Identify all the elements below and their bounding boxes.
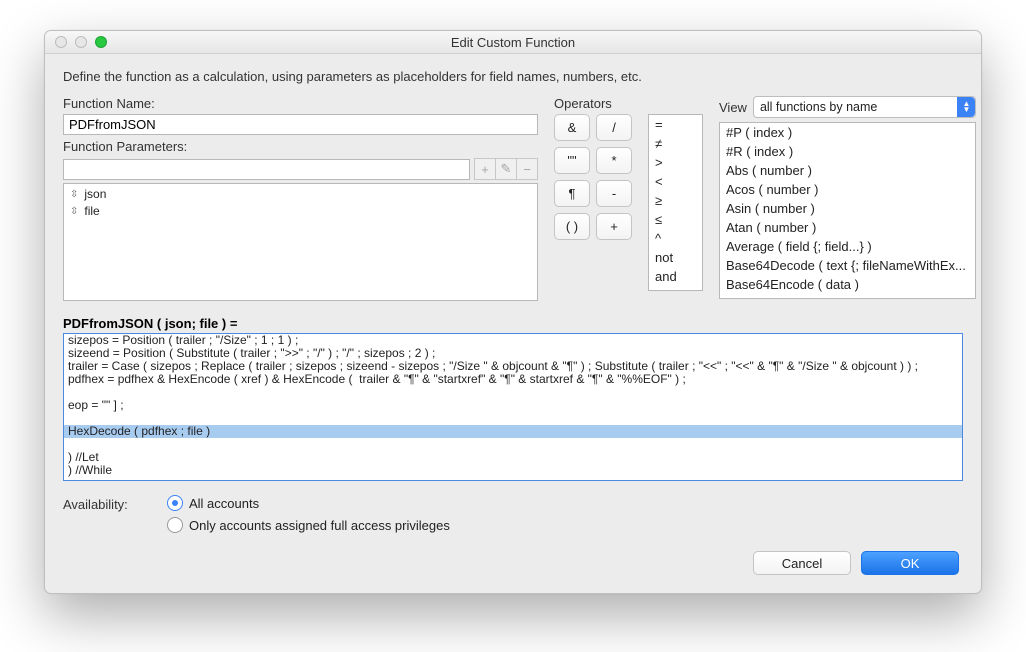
comparison-operators-column: x =≠><≥≤^notandor xyxy=(648,96,703,301)
formula-line[interactable]: HexDecode ( pdfhex ; file ) xyxy=(64,425,962,438)
operators-label: Operators xyxy=(554,96,632,111)
cancel-button[interactable]: Cancel xyxy=(753,551,851,575)
formula-line[interactable]: trailer = Case ( sizepos ; Replace ( tra… xyxy=(64,359,922,373)
formula-line[interactable] xyxy=(64,411,72,425)
comparison-operator-item[interactable]: and xyxy=(649,267,702,286)
comparison-operator-item[interactable]: > xyxy=(649,153,702,172)
operator-button[interactable]: / xyxy=(596,114,632,141)
operator-button[interactable]: ¶ xyxy=(554,180,590,207)
close-icon[interactable] xyxy=(55,36,67,48)
operators-grid: &/""*¶-( )+ xyxy=(554,114,632,240)
function-item[interactable]: Average ( field {; field...} ) xyxy=(720,237,975,256)
ok-button[interactable]: OK xyxy=(861,551,959,575)
function-item[interactable]: Base64Encode ( data ) xyxy=(720,275,975,294)
add-parameter-button[interactable]: + xyxy=(474,158,496,180)
availability-all-radio[interactable]: All accounts xyxy=(167,495,450,511)
parameter-item[interactable]: ⇳ file xyxy=(64,203,537,220)
function-name-label: Function Name: xyxy=(63,96,538,111)
function-name-input[interactable] xyxy=(63,114,538,135)
description-text: Define the function as a calculation, us… xyxy=(63,69,963,84)
view-selected: all functions by name xyxy=(760,100,877,114)
title-bar[interactable]: Edit Custom Function xyxy=(45,31,981,54)
remove-parameter-button[interactable]: − xyxy=(516,158,538,180)
window-title: Edit Custom Function xyxy=(451,35,575,50)
function-item[interactable]: Abs ( number ) xyxy=(720,161,975,180)
edit-custom-function-window: Edit Custom Function Define the function… xyxy=(44,30,982,594)
availability-label: Availability: xyxy=(63,495,143,512)
formula-line[interactable] xyxy=(64,385,72,399)
drag-handle-icon[interactable]: ⇳ xyxy=(70,190,78,200)
dialog-footer: Cancel OK xyxy=(63,551,963,575)
parameter-name: json xyxy=(84,186,106,203)
comparison-operator-item[interactable]: ≠ xyxy=(649,134,702,153)
function-item[interactable]: Base64EncodeRFC ( RFCNumber ; data ) xyxy=(720,294,975,299)
window-controls xyxy=(55,31,107,53)
comparison-operator-item[interactable]: = xyxy=(649,115,702,134)
parameter-item[interactable]: ⇳ json xyxy=(64,186,537,203)
minimize-icon[interactable] xyxy=(75,36,87,48)
radio-icon xyxy=(167,517,183,533)
parameter-name: file xyxy=(84,203,99,220)
comparison-operator-item[interactable]: ^ xyxy=(649,229,702,248)
operator-button[interactable]: + xyxy=(596,213,632,240)
operator-button[interactable]: * xyxy=(596,147,632,174)
parameter-list[interactable]: ⇳ json ⇳ file xyxy=(63,183,538,301)
definition-column: Function Name: Function Parameters: + ✎ … xyxy=(63,96,538,301)
radio-icon xyxy=(167,495,183,511)
function-item[interactable]: Atan ( number ) xyxy=(720,218,975,237)
formula-textarea[interactable]: sizepos = Position ( trailer ; "/Size" ;… xyxy=(63,333,963,481)
formula-line[interactable] xyxy=(64,437,72,451)
chevron-up-down-icon: ▲▼ xyxy=(957,97,975,117)
comparison-operator-item[interactable]: or xyxy=(649,286,702,291)
formula-line[interactable]: ) //Let xyxy=(64,450,103,464)
formula-signature: PDFfromJSON ( json; file ) = xyxy=(63,316,963,331)
view-dropdown[interactable]: all functions by name ▲▼ xyxy=(753,96,977,118)
formula-line[interactable]: ) //While xyxy=(64,463,116,477)
comparison-operator-item[interactable]: not xyxy=(649,248,702,267)
operator-button[interactable]: "" xyxy=(554,147,590,174)
formula-line[interactable]: pdfhex = pdfhex & HexEncode ( xref ) & H… xyxy=(64,372,690,386)
formula-line[interactable]: eop = "" ] ; xyxy=(64,398,128,412)
operator-button[interactable]: ( ) xyxy=(554,213,590,240)
operator-button[interactable]: - xyxy=(596,180,632,207)
function-item[interactable]: #R ( index ) xyxy=(720,142,975,161)
function-item[interactable]: Asin ( number ) xyxy=(720,199,975,218)
function-item[interactable]: #P ( index ) xyxy=(720,123,975,142)
drag-handle-icon[interactable]: ⇳ xyxy=(70,207,78,217)
operator-button[interactable]: & xyxy=(554,114,590,141)
parameter-name-input[interactable] xyxy=(63,159,470,180)
formula-line[interactable]: sizepos = Position ( trailer ; "/Size" ;… xyxy=(64,333,302,347)
zoom-icon[interactable] xyxy=(95,36,107,48)
availability-all-label: All accounts xyxy=(189,496,259,511)
function-item[interactable]: Acos ( number ) xyxy=(720,180,975,199)
comparison-operator-item[interactable]: < xyxy=(649,172,702,191)
edit-parameter-button[interactable]: ✎ xyxy=(495,158,517,180)
function-parameters-label: Function Parameters: xyxy=(63,139,538,154)
availability-section: Availability: All accounts Only accounts… xyxy=(63,495,963,533)
availability-full-access-label: Only accounts assigned full access privi… xyxy=(189,518,450,533)
functions-column: View all functions by name ▲▼ #P ( index… xyxy=(719,96,976,301)
comparison-operator-item[interactable]: ≤ xyxy=(649,210,702,229)
formula-line[interactable]: sizeend = Position ( Substitute ( traile… xyxy=(64,346,439,360)
function-list[interactable]: #P ( index )#R ( index )Abs ( number )Ac… xyxy=(719,122,976,299)
function-item[interactable]: Base64Decode ( text {; fileNameWithEx... xyxy=(720,256,975,275)
comparison-operator-list[interactable]: =≠><≥≤^notandor xyxy=(648,114,703,291)
view-label: View xyxy=(719,100,747,115)
dialog-content: Define the function as a calculation, us… xyxy=(45,54,981,593)
availability-full-access-radio[interactable]: Only accounts assigned full access privi… xyxy=(167,517,450,533)
comparison-operator-item[interactable]: ≥ xyxy=(649,191,702,210)
operators-column: Operators &/""*¶-( )+ xyxy=(554,96,632,301)
